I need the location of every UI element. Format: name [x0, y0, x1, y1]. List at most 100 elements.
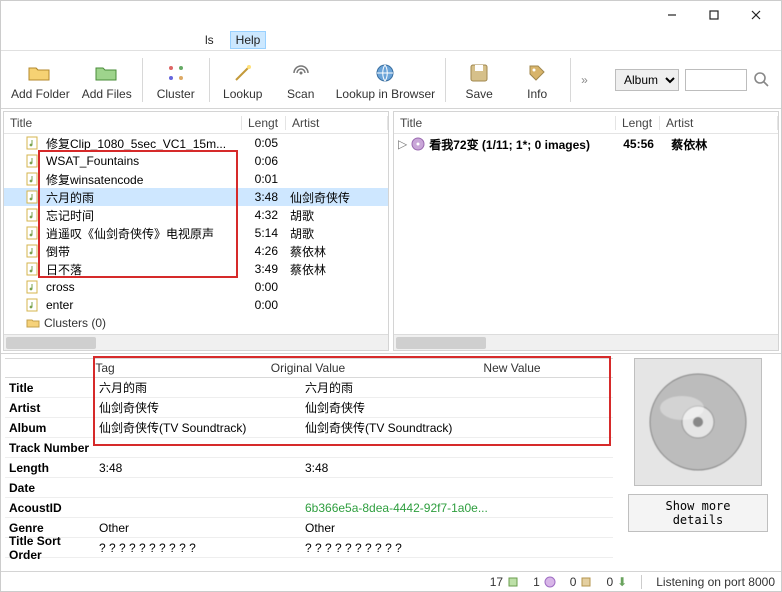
- tag-row[interactable]: Length 3:48 3:48: [5, 458, 613, 478]
- art-column: Show more details: [619, 358, 777, 567]
- status-count-a: 17: [490, 575, 519, 589]
- tag-label: Date: [5, 481, 95, 495]
- menu-help[interactable]: Help: [230, 31, 267, 49]
- minimize-button[interactable]: [651, 2, 693, 28]
- tag-grid: Tag Original Value New Value Title 六月的雨 …: [5, 358, 613, 567]
- save-button[interactable]: Save: [450, 55, 508, 105]
- tag-row[interactable]: AcoustID 6b366e5a-8dea-4442-92f7-1a0e...: [5, 498, 613, 518]
- menubar: ls Help: [1, 29, 781, 51]
- toolbtn-label: Add Folder: [11, 87, 70, 101]
- file-artist: 胡歌: [284, 207, 388, 224]
- toolbtn-label: Add Files: [82, 87, 132, 101]
- expand-icon[interactable]: ▷: [398, 137, 407, 151]
- tag-row[interactable]: Track Number: [5, 438, 613, 458]
- right-list[interactable]: ▷ 看我72变 (1/11; 1*; 0 images) 45:56 蔡依林: [394, 134, 778, 334]
- file-row[interactable]: 逍遥叹《仙剑奇侠传》电视原声 5:14 胡歌: [4, 224, 388, 242]
- file-length: 5:14: [240, 226, 284, 240]
- clusters-row[interactable]: Clusters (0): [4, 314, 388, 334]
- file-title: 六月的雨: [40, 189, 240, 206]
- tag-label: Genre: [5, 521, 95, 535]
- file-title: 日不落: [40, 261, 240, 278]
- tag-row[interactable]: Title 六月的雨 六月的雨: [5, 378, 613, 398]
- left-pane: Title Lengt Artist 修复Clip_1080_5sec_VC1_…: [3, 111, 389, 351]
- right-pane: Title Lengt Artist ▷ 看我72变 (1/11; 1*; 0 …: [393, 111, 779, 351]
- h-scrollbar[interactable]: [4, 334, 388, 350]
- tag-original: 3:48: [95, 461, 301, 475]
- status-count-b: 1: [533, 575, 556, 589]
- wand-icon: [229, 59, 257, 87]
- tag-original: 六月的雨: [95, 379, 301, 396]
- tag-row[interactable]: Album 仙剑奇侠传(TV Soundtrack) 仙剑奇侠传(TV Soun…: [5, 418, 613, 438]
- file-row[interactable]: WSAT_Fountains 0:06: [4, 152, 388, 170]
- album-row[interactable]: ▷ 看我72变 (1/11; 1*; 0 images) 45:56 蔡依林: [394, 134, 778, 154]
- show-more-button[interactable]: Show more details: [628, 494, 768, 532]
- file-row[interactable]: cross 0:00: [4, 278, 388, 296]
- h-scrollbar[interactable]: [394, 334, 778, 350]
- col-title[interactable]: Title: [394, 116, 616, 130]
- search-input[interactable]: [685, 69, 747, 91]
- lookup-button[interactable]: Lookup: [214, 55, 272, 105]
- left-list[interactable]: 修复Clip_1080_5sec_VC1_15m... 0:05 WSAT_Fo…: [4, 134, 388, 314]
- tag-label: Artist: [5, 401, 95, 415]
- cluster-button[interactable]: Cluster: [147, 55, 205, 105]
- search-mode-select[interactable]: Album: [615, 69, 679, 91]
- status-count-c: 0: [570, 575, 593, 589]
- file-row[interactable]: 忘记时间 4:32 胡歌: [4, 206, 388, 224]
- tag-row[interactable]: Date: [5, 478, 613, 498]
- file-title: cross: [40, 280, 240, 294]
- album-title: 看我72变 (1/11; 1*; 0 images): [429, 136, 619, 153]
- file-row[interactable]: 日不落 3:49 蔡依林: [4, 260, 388, 278]
- music-file-icon: [24, 226, 40, 240]
- tag-grid-head: Tag Original Value New Value: [5, 358, 613, 378]
- album-artist: 蔡依林: [671, 136, 707, 153]
- file-length: 0:06: [240, 154, 284, 168]
- col-title[interactable]: Title: [4, 116, 242, 130]
- file-row[interactable]: 修复Clip_1080_5sec_VC1_15m... 0:05: [4, 134, 388, 152]
- th-tag: Tag: [5, 361, 205, 375]
- music-file-icon: [24, 136, 40, 150]
- add-files-button[interactable]: Add Files: [76, 55, 138, 105]
- tag-new: 3:48: [301, 461, 613, 475]
- scan-button[interactable]: Scan: [272, 55, 330, 105]
- tag-label: Track Number: [5, 441, 95, 455]
- search-icon[interactable]: [753, 71, 771, 89]
- disc-icon: [411, 137, 425, 151]
- toolbar-separator: [209, 58, 210, 102]
- file-row[interactable]: 六月的雨 3:48 仙剑奇侠传: [4, 188, 388, 206]
- col-length[interactable]: Lengt: [616, 116, 660, 130]
- save-icon: [465, 59, 493, 87]
- file-title: WSAT_Fountains: [40, 154, 240, 168]
- th-original: Original Value: [205, 361, 411, 375]
- file-title: 忘记时间: [40, 207, 240, 224]
- tag-row[interactable]: Title Sort Order ? ? ? ? ? ? ? ? ? ? ? ?…: [5, 538, 613, 558]
- tag-panel: Tag Original Value New Value Title 六月的雨 …: [1, 353, 781, 571]
- tag-new: 仙剑奇侠传: [301, 399, 613, 416]
- tag-row[interactable]: Genre Other Other: [5, 518, 613, 538]
- file-row[interactable]: 修复winsatencode 0:01: [4, 170, 388, 188]
- tag-original: ? ? ? ? ? ? ? ? ? ?: [95, 541, 301, 555]
- add-folder-button[interactable]: Add Folder: [5, 55, 76, 105]
- file-row[interactable]: 倒带 4:26 蔡依林: [4, 242, 388, 260]
- tag-original: Other: [95, 521, 301, 535]
- file-title: 修复winsatencode: [40, 171, 240, 188]
- maximize-button[interactable]: [693, 2, 735, 28]
- music-file-icon: [24, 208, 40, 222]
- col-length[interactable]: Lengt: [242, 116, 286, 130]
- file-row[interactable]: enter 0:00: [4, 296, 388, 314]
- right-columns: Title Lengt Artist: [394, 112, 778, 134]
- lookup-browser-button[interactable]: Lookup in Browser: [330, 55, 441, 105]
- toolbar-separator: [445, 58, 446, 102]
- menu-ls[interactable]: ls: [199, 31, 220, 49]
- info-button[interactable]: Info: [508, 55, 566, 105]
- file-length: 3:49: [240, 262, 284, 276]
- file-length: 0:00: [240, 280, 284, 294]
- file-artist: 仙剑奇侠传: [284, 189, 388, 206]
- tag-row[interactable]: Artist 仙剑奇侠传 仙剑奇侠传: [5, 398, 613, 418]
- toolbtn-label: Lookup in Browser: [336, 87, 435, 101]
- close-button[interactable]: [735, 2, 777, 28]
- file-artist: 胡歌: [284, 225, 388, 242]
- titlebar: [1, 1, 781, 29]
- col-artist[interactable]: Artist: [286, 116, 388, 130]
- cover-art[interactable]: [634, 358, 762, 486]
- col-artist[interactable]: Artist: [660, 116, 778, 130]
